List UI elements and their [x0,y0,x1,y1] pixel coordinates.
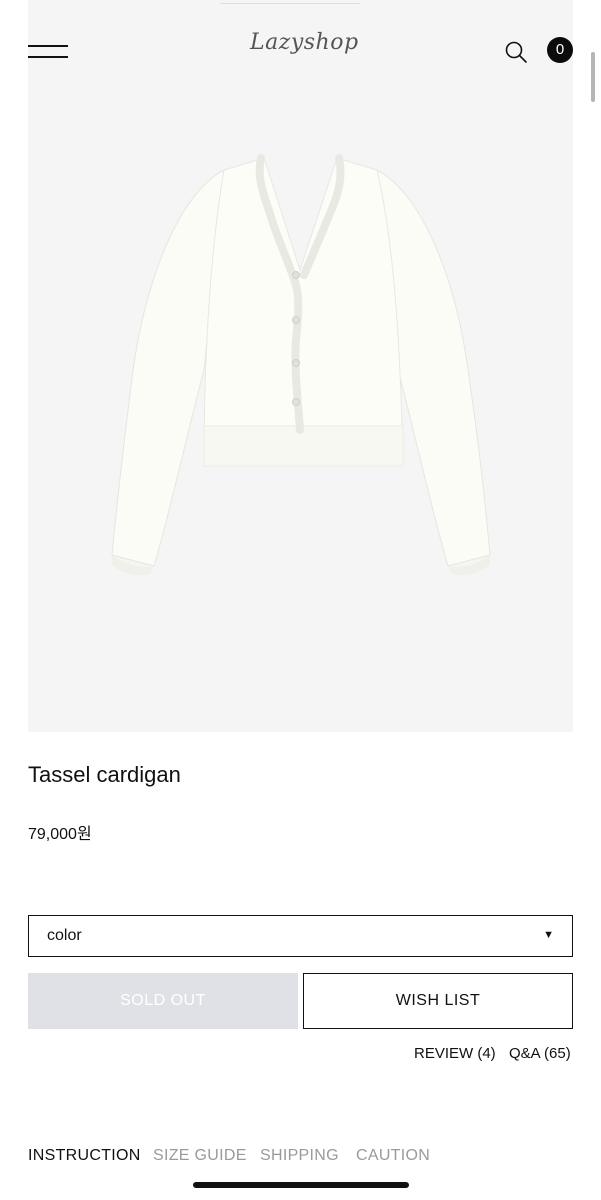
scrollbar-thumb[interactable] [591,52,595,102]
search-icon[interactable] [504,40,528,64]
site-header: Lazyshop 0 [0,0,601,100]
color-select-label: color [47,927,82,944]
review-link[interactable]: REVIEW (4) [414,1045,496,1062]
hem-rib [203,425,404,467]
wish-list-button[interactable]: WISH LIST [303,973,573,1029]
cardigan-illustration [111,154,491,576]
tab-instruction[interactable]: INSTRUCTION [28,1147,141,1165]
cardigan-button [292,398,300,406]
tab-shipping[interactable]: SHIPPING [260,1147,339,1165]
cardigan-body [203,157,404,467]
qa-link[interactable]: Q&A (65) [509,1045,571,1062]
cardigan-button [292,359,300,367]
hamburger-menu-icon[interactable] [28,43,68,63]
product-info-tabs: INSTRUCTION SIZE GUIDE SHIPPING CAUTION [28,1147,573,1171]
cardigan-button [292,271,300,279]
product-title: Tassel cardigan [28,762,181,787]
menu-line [28,56,68,58]
cart-badge[interactable]: 0 [547,37,573,63]
cardigan-image [28,100,573,732]
home-indicator[interactable] [193,1182,409,1188]
product-price: 79,000원 [28,826,92,843]
menu-line [28,45,68,47]
chevron-down-icon: ▼ [543,929,554,941]
color-select[interactable]: color ▼ [28,915,573,957]
tab-size-guide[interactable]: SIZE GUIDE [153,1147,247,1165]
search-icon-graphic [505,41,527,63]
brand-logo[interactable]: Lazyshop [250,30,358,55]
sold-out-button: SOLD OUT [28,973,298,1029]
tab-caution[interactable]: CAUTION [356,1147,430,1165]
cardigan-button [292,316,300,324]
